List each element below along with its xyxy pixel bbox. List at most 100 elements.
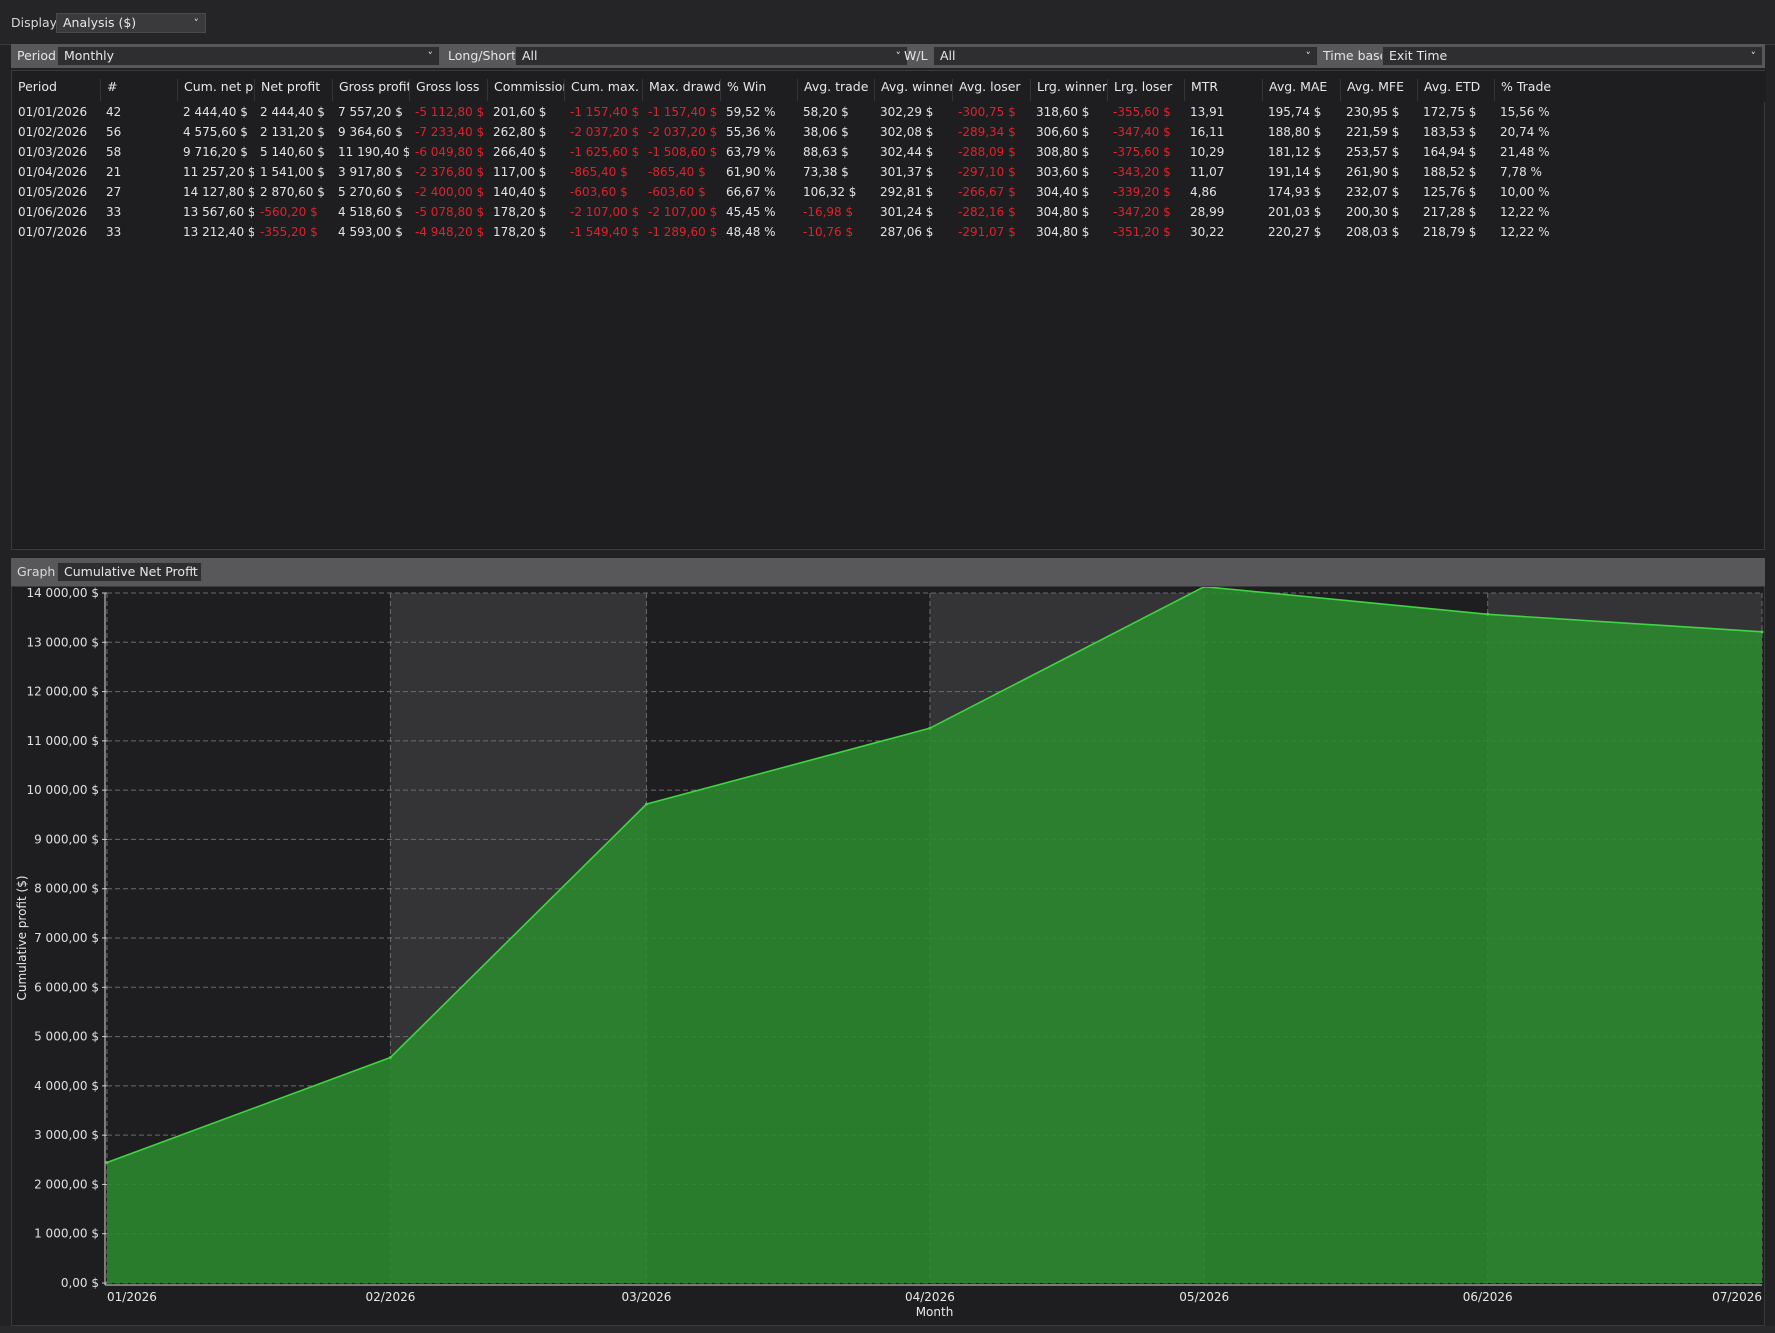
table-cell: 12,22 % [1500,205,1550,219]
display-bar: Display Analysis ($) ˅ [0,0,1775,45]
table-cell: 01/06/2026 [18,205,88,219]
table-cell: 16,11 [1190,125,1225,139]
y-tick-label: 9 000,00 $ [34,832,99,846]
bottom-strip [0,1326,1775,1333]
cumulative-net-profit-chart[interactable]: 0,00 $ 1 000,00 $ 2 000,00 $ 3 000,00 $ 4 00… [12,585,1764,1325]
table-cell: -266,67 $ [958,185,1016,199]
table-cell: -5 112,80 $ [415,105,485,119]
table-cell: -603,60 $ [570,185,628,199]
table-row[interactable]: 01/01/2026 42 2 444,40 $ 2 444,40 $ 7 557,20… [12,102,1766,122]
table-cell: 188,80 $ [1268,125,1322,139]
table-cell: 01/05/2026 [18,185,88,199]
table-cell: 174,93 $ [1268,185,1322,199]
table-cell: -4 948,20 $ [415,225,485,239]
table-cell: 38,06 $ [803,125,849,139]
data-point[interactable] [1486,612,1490,616]
table-row[interactable]: 01/05/2026 27 14 127,80 $ 2 870,60 $ 5 270,6… [12,182,1766,202]
period-label: Period [17,48,56,63]
table-cell: 11,07 [1190,165,1225,179]
long-short-select[interactable]: All ˅ [515,46,908,66]
table-cell: 125,76 $ [1423,185,1477,199]
display-select[interactable]: Analysis ($) ˅ [56,13,206,33]
table-cell: 10,29 [1190,145,1225,159]
column-header[interactable]: % Win [720,79,797,101]
x-tick-label: 04/2026 [905,1290,955,1304]
data-point[interactable] [1760,630,1764,634]
table-row[interactable]: 01/07/2026 33 13 212,40 $ -355,20 $ 4 593,00… [12,222,1766,242]
table-cell: 4,86 [1190,185,1217,199]
table-cell: 304,80 $ [1036,205,1090,219]
column-header[interactable]: Avg. MAE [1262,79,1340,101]
time-base-select[interactable]: Exit Time ˅ [1382,46,1763,66]
table-cell: 33 [106,225,122,239]
column-header[interactable]: % Trade [1494,79,1572,101]
table-row[interactable]: 01/03/2026 58 9 716,20 $ 5 140,60 $ 11 190,4… [12,142,1766,162]
table-cell: -282,16 $ [958,205,1016,219]
table-cell: 01/03/2026 [18,145,88,159]
column-header[interactable]: Lrg. loser [1107,79,1184,101]
data-point[interactable] [644,802,648,806]
column-header[interactable]: MTR [1184,79,1262,101]
table-row[interactable]: 01/06/2026 33 13 567,60 $ -560,20 $ 4 518,60… [12,202,1766,222]
table-row[interactable]: 01/02/2026 56 4 575,60 $ 2 131,20 $ 9 364,60… [12,122,1766,142]
data-point[interactable] [105,1161,109,1165]
table-cell: 7 557,20 $ [338,105,403,119]
table-cell: 5 270,60 $ [338,185,403,199]
table-cell: -603,60 $ [648,185,706,199]
table-cell: 183,53 $ [1423,125,1477,139]
column-header[interactable]: # [100,79,177,101]
column-header[interactable]: Lrg. winner [1030,79,1107,101]
table-cell: 201,03 $ [1268,205,1322,219]
table-cell: 01/04/2026 [18,165,88,179]
chevron-down-icon: ˅ [193,17,200,30]
column-header[interactable]: Avg. ETD [1417,79,1494,101]
table-cell: 195,74 $ [1268,105,1322,119]
table-cell: 15,56 % [1500,105,1550,119]
table-cell: 208,03 $ [1346,225,1400,239]
data-point[interactable] [388,1055,392,1059]
column-header[interactable]: Gross profit [332,79,409,101]
graph-select[interactable]: Cumulative Net Profit ˅ [57,562,202,582]
table-row[interactable]: 01/04/2026 21 11 257,20 $ 1 541,00 $ 3 917,8… [12,162,1766,182]
chevron-down-icon: ˅ [1305,50,1312,63]
display-select-value: Analysis ($) [63,15,137,30]
graph-select-value: Cumulative Net Profit [64,564,198,579]
column-header[interactable]: Max. drawdow [642,79,720,101]
table-cell: -2 400,00 $ [415,185,485,199]
period-select-value: Monthly [64,48,115,63]
data-point[interactable] [928,726,932,730]
table-cell: 42 [106,105,122,119]
table-cell: 10,00 % [1500,185,1550,199]
column-header[interactable]: Cum. max. dra [564,79,642,101]
column-header[interactable]: Net profit [254,79,332,101]
column-header[interactable]: Avg. MFE [1340,79,1417,101]
long-short-select-value: All [522,48,538,63]
table-cell: -297,10 $ [958,165,1016,179]
column-header[interactable]: Gross loss [409,79,487,101]
y-tick-label: 7 000,00 $ [34,931,99,945]
column-header[interactable]: Avg. trade [797,79,874,101]
table-cell: -1 289,60 $ [648,225,718,239]
table-cell: 253,57 $ [1346,145,1400,159]
table-cell: -339,20 $ [1113,185,1171,199]
chevron-down-icon: ˅ [427,50,434,63]
table-cell: 01/01/2026 [18,105,88,119]
column-header[interactable]: Avg. loser [952,79,1030,101]
table-cell: 188,52 $ [1423,165,1477,179]
table-cell: 11 257,20 $ [183,165,254,179]
time-base-select-value: Exit Time [1389,48,1448,63]
table-cell: 30,22 [1190,225,1225,239]
column-header[interactable]: Period [12,79,100,101]
chevron-down-icon: ˅ [1750,50,1757,63]
table-cell: 14 127,80 $ [183,185,254,199]
x-axis-label: Month [916,1305,954,1319]
column-header[interactable]: Avg. winner [874,79,952,101]
period-select[interactable]: Monthly ˅ [57,46,440,66]
table-cell: 266,40 $ [493,145,547,159]
graph-bar: Graph Cumulative Net Profit ˅ [11,558,1765,586]
y-tick-label: 11 000,00 $ [26,734,99,748]
column-header[interactable]: Cum. net profi [177,79,254,101]
column-header[interactable]: Commission [487,79,564,101]
wl-select[interactable]: All ˅ [933,46,1318,66]
table-cell: 221,59 $ [1346,125,1400,139]
